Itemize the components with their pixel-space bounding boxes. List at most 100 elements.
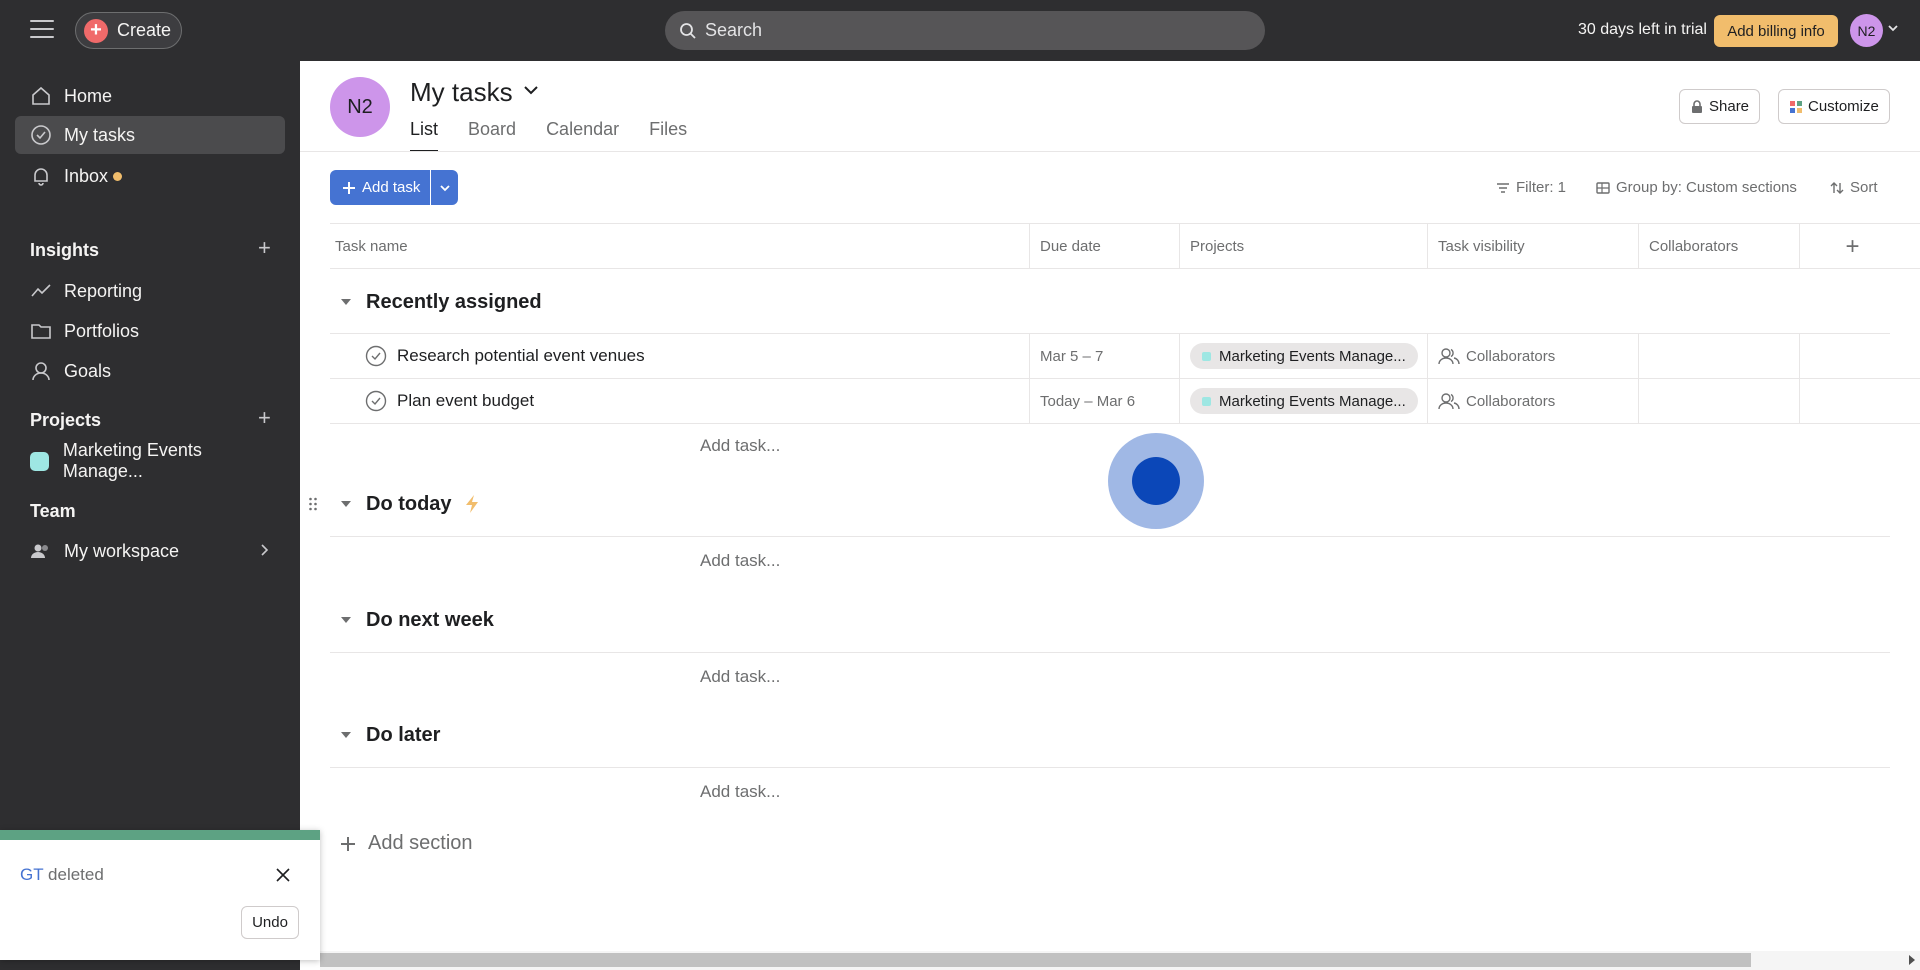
sidebar-item-portfolios[interactable]: Portfolios bbox=[15, 312, 285, 350]
sidebar-item-reporting[interactable]: Reporting bbox=[15, 272, 285, 310]
projects-heading[interactable]: Projects bbox=[30, 410, 101, 431]
user-avatar[interactable]: N2 bbox=[1850, 14, 1883, 47]
filter-button[interactable]: Filter: 1 bbox=[1496, 179, 1566, 196]
due-date-cell[interactable]: Mar 5 – 7 bbox=[1030, 334, 1180, 378]
customize-button[interactable]: Customize bbox=[1778, 89, 1890, 124]
task-name-cell[interactable]: Plan event budget bbox=[330, 379, 1030, 423]
project-pill[interactable]: Marketing Events Manage... bbox=[1190, 388, 1418, 414]
chevron-down-icon[interactable] bbox=[1887, 22, 1899, 34]
filter-icon bbox=[1497, 182, 1509, 193]
visibility-label: Collaborators bbox=[1466, 347, 1556, 365]
sidebar-item-goals[interactable]: Goals bbox=[15, 352, 285, 390]
column-task-name[interactable]: Task name bbox=[330, 224, 1030, 269]
toast-link[interactable]: GT bbox=[20, 865, 43, 884]
top-bar: + Create Search 30 days left in trial Ad… bbox=[0, 0, 1920, 61]
task-name[interactable]: Plan event budget bbox=[397, 391, 534, 411]
sidebar-item-label: Portfolios bbox=[64, 320, 140, 341]
add-task-inline[interactable]: Add task... bbox=[700, 551, 780, 571]
add-task-inline[interactable]: Add task... bbox=[700, 782, 780, 802]
add-column-icon[interactable]: + bbox=[1830, 224, 1875, 269]
search-input[interactable]: Search bbox=[665, 11, 1265, 50]
due-date-cell[interactable]: Today – Mar 6 bbox=[1030, 379, 1180, 423]
scroll-right-arrow-icon[interactable] bbox=[1909, 955, 1915, 965]
due-date: Today – Mar 6 bbox=[1040, 392, 1136, 410]
add-task-inline[interactable]: Add task... bbox=[700, 667, 780, 687]
sidebar-item-project[interactable]: Marketing Events Manage... bbox=[15, 440, 285, 481]
caret-down-icon bbox=[341, 732, 351, 738]
filter-label: Filter: 1 bbox=[1516, 179, 1567, 196]
reporting-icon bbox=[30, 280, 52, 302]
complete-check-icon[interactable] bbox=[365, 390, 387, 412]
bell-icon bbox=[30, 165, 52, 187]
insights-heading[interactable]: Insights bbox=[30, 240, 99, 261]
collaborators-cell[interactable] bbox=[1639, 334, 1800, 378]
hamburger-menu-icon[interactable] bbox=[30, 20, 54, 40]
section-title: Do next week bbox=[366, 608, 494, 631]
column-projects[interactable]: Projects bbox=[1180, 224, 1428, 269]
add-section-button[interactable]: Add section bbox=[340, 832, 473, 855]
main-content: N2 My tasks List Board Calendar Files Sh… bbox=[300, 61, 1920, 970]
complete-check-icon[interactable] bbox=[365, 345, 387, 367]
column-collaborators[interactable]: Collaborators bbox=[1639, 224, 1800, 269]
chevron-right-icon[interactable] bbox=[258, 542, 270, 558]
customize-label: Customize bbox=[1808, 98, 1879, 115]
task-name-cell[interactable]: Research potential event venues bbox=[330, 334, 1030, 378]
add-task-button[interactable]: Add task bbox=[330, 170, 430, 205]
add-insight-icon[interactable]: + bbox=[258, 235, 271, 261]
add-task-dropdown[interactable] bbox=[431, 170, 458, 205]
sidebar-item-my-tasks[interactable]: My tasks bbox=[15, 116, 285, 154]
scrollbar-thumb[interactable] bbox=[320, 953, 1751, 967]
collaborators-icon bbox=[1438, 348, 1460, 365]
sidebar-item-inbox[interactable]: Inbox bbox=[15, 157, 285, 195]
trial-status: 30 days left in trial bbox=[1578, 21, 1707, 38]
column-task-visibility[interactable]: Task visibility bbox=[1428, 224, 1639, 269]
add-task-inline[interactable]: Add task... bbox=[700, 436, 780, 456]
caret-down-icon bbox=[341, 299, 351, 305]
sidebar-item-home[interactable]: Home bbox=[15, 77, 285, 115]
tab-list[interactable]: List bbox=[410, 119, 439, 152]
add-billing-info-button[interactable]: Add billing info bbox=[1714, 15, 1838, 47]
tab-calendar[interactable]: Calendar bbox=[546, 119, 619, 152]
horizontal-scrollbar[interactable] bbox=[320, 951, 1920, 970]
visibility-cell[interactable]: Collaborators bbox=[1428, 379, 1639, 423]
tab-board[interactable]: Board bbox=[468, 119, 516, 152]
chevron-down-icon[interactable] bbox=[522, 83, 540, 97]
project-pill[interactable]: Marketing Events Manage... bbox=[1190, 343, 1418, 369]
visibility-cell[interactable]: Collaborators bbox=[1428, 334, 1639, 378]
project-color-dot bbox=[1202, 396, 1211, 406]
home-icon bbox=[30, 85, 52, 107]
section-header[interactable]: Do today bbox=[330, 487, 480, 521]
page-title[interactable]: My tasks bbox=[410, 77, 513, 108]
team-heading[interactable]: Team bbox=[30, 501, 76, 522]
drag-handle-icon[interactable] bbox=[308, 497, 318, 511]
plus-icon: + bbox=[84, 18, 108, 43]
add-project-icon[interactable]: + bbox=[258, 405, 271, 431]
group-by-button[interactable]: Group by: Custom sections bbox=[1596, 179, 1797, 196]
projects-cell[interactable]: Marketing Events Manage... bbox=[1180, 379, 1428, 423]
column-header-row: Task name Due date Projects Task visibil… bbox=[330, 223, 1920, 269]
collaborators-cell[interactable] bbox=[1639, 379, 1800, 423]
projects-cell[interactable]: Marketing Events Manage... bbox=[1180, 334, 1428, 378]
sidebar-item-label: My workspace bbox=[64, 540, 180, 561]
table-row[interactable]: Research potential event venues Mar 5 – … bbox=[330, 334, 1920, 379]
section-header[interactable]: Recently assigned bbox=[330, 285, 542, 319]
tab-files[interactable]: Files bbox=[649, 119, 687, 152]
column-due-date[interactable]: Due date bbox=[1030, 224, 1180, 269]
sidebar-item-my-workspace[interactable]: My workspace bbox=[15, 532, 285, 570]
undo-button[interactable]: Undo bbox=[241, 906, 299, 939]
header-divider bbox=[300, 151, 1920, 152]
share-button[interactable]: Share bbox=[1679, 89, 1761, 124]
task-name[interactable]: Research potential event venues bbox=[397, 346, 645, 366]
toast-accent-bar bbox=[0, 830, 320, 840]
click-indicator bbox=[1108, 433, 1204, 529]
add-section-label: Add section bbox=[368, 832, 473, 854]
section-title: Recently assigned bbox=[366, 290, 542, 313]
visibility-value: Collaborators bbox=[1428, 392, 1555, 410]
lightning-icon bbox=[465, 495, 478, 513]
table-row[interactable]: Plan event budget Today – Mar 6 Marketin… bbox=[330, 379, 1920, 424]
section-header[interactable]: Do next week bbox=[330, 603, 494, 637]
close-icon[interactable] bbox=[275, 867, 291, 883]
sort-button[interactable]: Sort bbox=[1830, 179, 1878, 196]
create-button[interactable]: + Create bbox=[75, 12, 182, 49]
section-header[interactable]: Do later bbox=[330, 718, 440, 752]
